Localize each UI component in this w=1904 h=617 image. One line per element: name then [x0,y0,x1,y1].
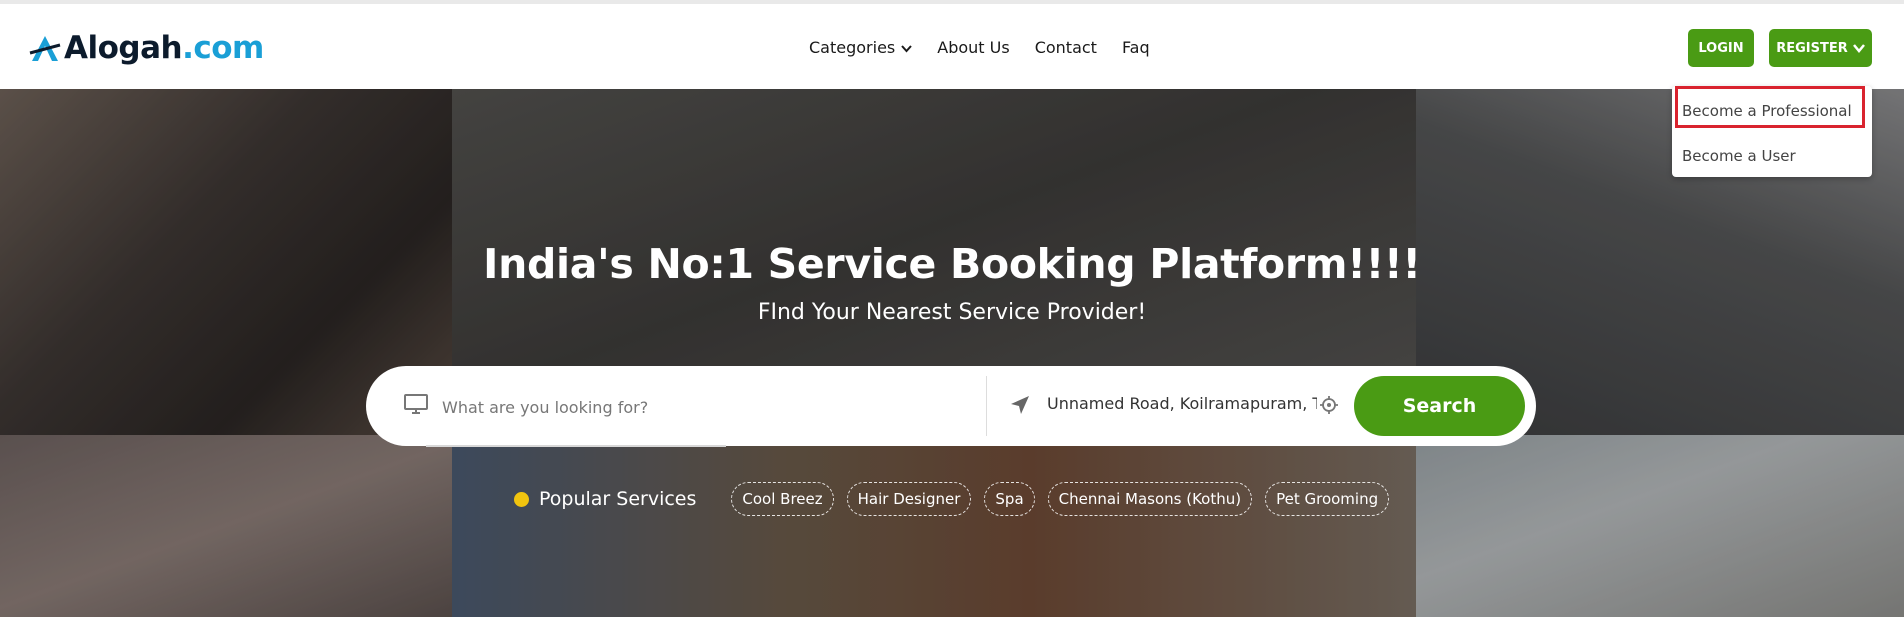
hero-overlay [0,89,1904,617]
hero-title: India's No:1 Service Booking Platform!!!… [483,240,1421,288]
chip-chennai-masons[interactable]: Chennai Masons (Kothu) [1047,482,1253,516]
popular-services: Popular Services Cool Breez Hair Designe… [514,482,1402,516]
nav-faq[interactable]: Faq [1122,38,1150,57]
site-header: Alogah.com Categories About Us Contact F… [0,4,1904,89]
chip-hair-designer[interactable]: Hair Designer [846,482,972,516]
logo-text: Alogah.com [64,30,264,66]
chip-cool-breez[interactable]: Cool Breez [731,482,834,516]
logo-icon [29,36,61,61]
search-button[interactable]: Search [1354,376,1525,436]
login-button[interactable]: LOGIN [1688,29,1754,67]
chevron-down-icon [1852,43,1865,53]
location-arrow-icon [1011,396,1029,414]
popular-services-label: Popular Services [539,488,697,510]
location-field[interactable]: Unnamed Road, Koilramapuram, Ta [1047,394,1317,413]
nav-categories[interactable]: Categories [809,38,912,57]
chip-pet-grooming[interactable]: Pet Grooming [1265,482,1390,516]
register-dropdown-menu: Become a Professional Become a User [1672,86,1872,177]
chip-spa[interactable]: Spa [984,482,1035,516]
site-logo[interactable]: Alogah.com [28,28,264,68]
crosshair-icon[interactable] [1320,396,1338,414]
register-button[interactable]: REGISTER [1769,29,1872,67]
monitor-icon [404,394,428,414]
hero-section: India's No:1 Service Booking Platform!!!… [0,89,1904,617]
nav-about-us[interactable]: About Us [937,38,1009,57]
search-input[interactable] [440,386,1004,428]
search-input-underline [426,445,726,447]
search-bar: Unnamed Road, Koilramapuram, Ta Search [366,366,1536,447]
menu-become-professional[interactable]: Become a Professional [1682,102,1852,120]
nav-contact[interactable]: Contact [1035,38,1097,57]
popular-dot-icon [514,491,529,507]
chevron-down-icon [901,38,912,57]
main-nav: Categories About Us Contact Faq [809,38,1150,57]
search-divider [986,376,987,436]
menu-become-user[interactable]: Become a User [1682,147,1796,165]
hero-subtitle: FInd Your Nearest Service Provider! [757,300,1147,325]
